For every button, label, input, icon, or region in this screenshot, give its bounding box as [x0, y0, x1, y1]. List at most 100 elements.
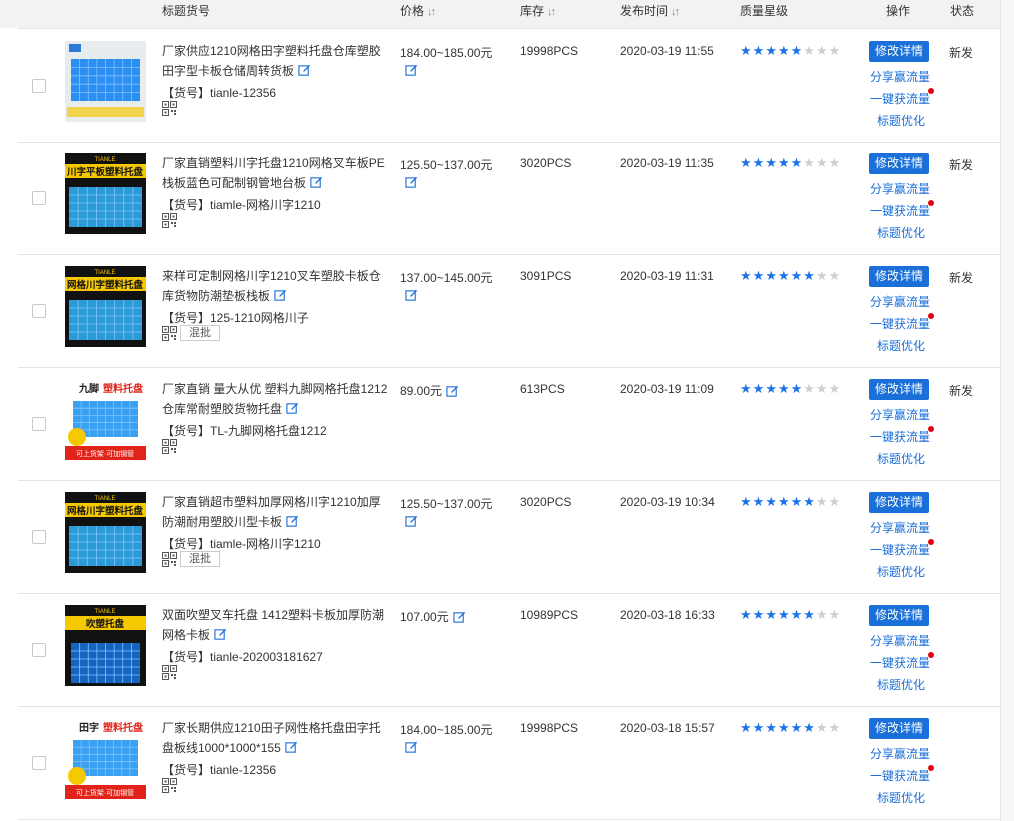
edit-icon[interactable]: [405, 176, 420, 191]
header-price[interactable]: 价格 ↓↑: [400, 2, 436, 19]
qrcode-icon[interactable]: [162, 665, 177, 680]
product-thumbnail[interactable]: 九脚 塑料托盘 可上货架·可加钢管: [65, 379, 146, 460]
header-date[interactable]: 发布时间 ↓↑: [620, 2, 680, 19]
row-checkbox[interactable]: [32, 643, 46, 657]
row-checkbox[interactable]: [32, 530, 46, 544]
product-title-text[interactable]: 厂家直销超市塑料加厚网格川字1210加厚防潮耐用塑胶川型卡板: [162, 495, 381, 529]
product-title[interactable]: 厂家直销塑料川字托盘1210网格叉车板PE栈板蓝色可配制钢管地台板: [162, 153, 390, 193]
edit-icon[interactable]: [298, 63, 311, 76]
get-traffic-link[interactable]: 一键获流量: [870, 202, 930, 219]
star-icon: ★: [765, 43, 778, 58]
title-optimize-link[interactable]: 标题优化: [877, 337, 925, 354]
edit-details-button[interactable]: 修改详情: [869, 266, 929, 287]
get-traffic-link[interactable]: 一键获流量: [870, 315, 930, 332]
publish-date: 2020-03-19 11:35: [620, 156, 714, 170]
edit-icon[interactable]: [453, 611, 468, 626]
product-thumbnail[interactable]: 田字 塑料托盘 可上货架·可加钢管: [65, 718, 146, 799]
qrcode-icon[interactable]: [162, 778, 177, 793]
qrcode-icon[interactable]: [162, 439, 177, 454]
qrcode-icon[interactable]: [162, 552, 177, 567]
product-title[interactable]: 厂家直销 量大从优 塑料九脚网格托盘1212 仓库常耐塑胶货物托盘: [162, 379, 390, 419]
qrcode-icon[interactable]: [162, 101, 177, 116]
scrollbar[interactable]: [1000, 0, 1014, 821]
edit-icon[interactable]: [405, 515, 420, 530]
qrcode-icon[interactable]: [162, 213, 177, 228]
row-checkbox[interactable]: [32, 756, 46, 770]
quality-stars: ★★★★★★★★: [740, 43, 841, 59]
share-traffic-link[interactable]: 分享赢流量: [870, 180, 930, 197]
sort-icon[interactable]: ↓↑: [671, 6, 680, 18]
product-thumbnail[interactable]: TIANLE 网格川字塑料托盘: [65, 266, 146, 347]
edit-icon[interactable]: [286, 401, 299, 414]
edit-details-button[interactable]: 修改详情: [869, 153, 929, 174]
star-icon: ★: [752, 268, 766, 283]
product-title[interactable]: 厂家直销超市塑料加厚网格川字1210加厚防潮耐用塑胶川型卡板: [162, 492, 390, 532]
header-stock[interactable]: 库存 ↓↑: [520, 2, 556, 19]
get-traffic-link[interactable]: 一键获流量: [870, 428, 930, 445]
mix-batch-badge: 混批: [180, 551, 220, 567]
sort-icon[interactable]: ↓↑: [547, 6, 556, 18]
get-traffic-link[interactable]: 一键获流量: [870, 90, 930, 107]
svg-text:川字平板塑料托盘: 川字平板塑料托盘: [66, 166, 144, 178]
edit-icon[interactable]: [274, 288, 287, 301]
product-title[interactable]: 厂家供应1210网格田字塑料托盘仓库塑胶田字型卡板仓储周转货板: [162, 41, 390, 81]
product-title-text[interactable]: 厂家供应1210网格田字塑料托盘仓库塑胶田字型卡板仓储周转货板: [162, 44, 381, 78]
edit-icon[interactable]: [285, 740, 298, 753]
product-thumbnail[interactable]: TIANLE 吹塑托盘: [65, 605, 146, 686]
notification-dot: [928, 200, 934, 206]
title-optimize-link[interactable]: 标题优化: [877, 676, 925, 693]
edit-icon[interactable]: [405, 64, 420, 79]
get-traffic-link[interactable]: 一键获流量: [870, 654, 930, 671]
product-thumbnail[interactable]: TIANLE 川字平板塑料托盘: [65, 153, 146, 234]
title-optimize-link[interactable]: 标题优化: [877, 563, 925, 580]
product-title[interactable]: 双面吹塑叉车托盘 1412塑料卡板加厚防潮网格卡板: [162, 605, 390, 645]
edit-details-button[interactable]: 修改详情: [869, 492, 929, 513]
edit-details-button[interactable]: 修改详情: [869, 605, 929, 626]
edit-icon[interactable]: [446, 385, 461, 400]
share-traffic-link[interactable]: 分享赢流量: [870, 632, 930, 649]
product-thumbnail[interactable]: TIANLE 网格川字塑料托盘: [65, 492, 146, 573]
product-title[interactable]: 来样可定制网格川字1210叉车塑胶卡板仓库货物防潮垫板栈板: [162, 266, 390, 306]
row-checkbox[interactable]: [32, 79, 46, 93]
row-checkbox[interactable]: [32, 417, 46, 431]
row-checkbox[interactable]: [32, 191, 46, 205]
sort-icon[interactable]: ↓↑: [427, 6, 436, 18]
get-traffic-link[interactable]: 一键获流量: [870, 767, 930, 784]
product-title-text[interactable]: 厂家长期供应1210田子网性格托盘田字托盘板线1000*1000*155: [162, 721, 381, 755]
star-icon: ★: [777, 381, 791, 396]
edit-details-button[interactable]: 修改详情: [869, 718, 929, 739]
title-optimize-link[interactable]: 标题优化: [877, 112, 925, 129]
share-traffic-link[interactable]: 分享赢流量: [870, 519, 930, 536]
product-title-text[interactable]: 厂家直销塑料川字托盘1210网格叉车板PE栈板蓝色可配制钢管地台板: [162, 156, 385, 190]
star-icon: ★: [803, 720, 816, 735]
share-traffic-link[interactable]: 分享赢流量: [870, 293, 930, 310]
edit-details-button[interactable]: 修改详情: [869, 379, 929, 400]
share-traffic-link[interactable]: 分享赢流量: [870, 745, 930, 762]
edit-icon[interactable]: [405, 741, 420, 756]
share-traffic-link[interactable]: 分享赢流量: [870, 406, 930, 423]
star-icon: ★: [740, 720, 753, 735]
edit-icon[interactable]: [405, 289, 420, 304]
edit-icon[interactable]: [310, 175, 323, 188]
product-title-text[interactable]: 来样可定制网格川字1210叉车塑胶卡板仓库货物防潮垫板栈板: [162, 269, 381, 303]
product-title-text[interactable]: 厂家直销 量大从优 塑料九脚网格托盘1212 仓库常耐塑胶货物托盘: [162, 382, 387, 416]
status-badge: 新发: [949, 384, 974, 398]
publish-date: 2020-03-18 16:33: [620, 608, 715, 622]
row-checkbox[interactable]: [32, 304, 46, 318]
qrcode-icon[interactable]: [162, 326, 177, 341]
star-icon: ★: [815, 494, 829, 509]
title-optimize-link[interactable]: 标题优化: [877, 224, 925, 241]
share-traffic-link[interactable]: 分享赢流量: [870, 68, 930, 85]
title-optimize-link[interactable]: 标题优化: [877, 789, 925, 806]
publish-date: 2020-03-19 11:31: [620, 269, 714, 283]
star-icon: ★: [828, 720, 842, 735]
product-thumbnail[interactable]: [65, 41, 146, 122]
table-row: TIANLE 网格川字塑料托盘 厂家直销超市塑料加厚网格川字1210加厚防潮耐用塑胶…: [18, 480, 1000, 594]
product-title[interactable]: 厂家长期供应1210田子网性格托盘田字托盘板线1000*1000*155: [162, 718, 390, 758]
edit-icon[interactable]: [214, 627, 227, 640]
edit-details-button[interactable]: 修改详情: [869, 41, 929, 62]
get-traffic-link[interactable]: 一键获流量: [870, 541, 930, 558]
edit-icon[interactable]: [286, 514, 299, 527]
product-title-text[interactable]: 双面吹塑叉车托盘 1412塑料卡板加厚防潮网格卡板: [162, 608, 384, 642]
title-optimize-link[interactable]: 标题优化: [877, 450, 925, 467]
